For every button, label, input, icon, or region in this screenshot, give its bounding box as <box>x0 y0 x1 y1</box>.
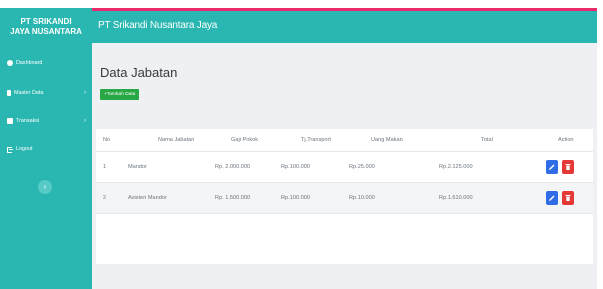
table-row: 1 Mandor Rp. 2.000.000 Rp.100.000 Rp.25.… <box>96 151 593 183</box>
cell-uang-makan: Rp.25.000 <box>339 151 429 183</box>
cell-nama-jabatan: Asisten Mandor <box>118 182 203 214</box>
delete-button[interactable] <box>561 159 574 174</box>
logout-icon <box>7 146 13 153</box>
chevron-right-icon: › <box>84 118 86 124</box>
database-icon <box>7 90 11 96</box>
table-row: 2 Asisten Mandor Rp. 1.500.000 Rp.100.00… <box>96 182 593 214</box>
sidebar-item-label: Logout <box>16 146 33 152</box>
add-data-button[interactable]: +Tambah Data <box>100 89 140 100</box>
cell-gaji-pokok: Rp. 1.500.000 <box>203 182 271 214</box>
sidebar-item-label: Transaksi <box>16 118 40 124</box>
header-total: Total <box>429 129 534 152</box>
sidebar-item-transaksi[interactable]: Transaksi › <box>0 113 92 129</box>
delete-button[interactable] <box>561 190 574 205</box>
sidebar-menu: Dashboard Master Data › Transaksi › Logo… <box>0 55 92 157</box>
table-header-row: No Nama Jabatan Gaji Pokok Tj.Transport … <box>96 129 593 152</box>
cell-tj-transport: Rp.100.000 <box>271 182 339 214</box>
edit-button[interactable] <box>546 159 558 174</box>
transaction-icon <box>7 118 13 124</box>
header-gaji-pokok: Gaji Pokok <box>203 129 271 152</box>
header-title: PT Srikandi Nusantara Jaya <box>98 20 218 31</box>
cell-tj-transport: Rp.100.000 <box>271 151 339 183</box>
sidebar-item-dashboard[interactable]: Dashboard <box>0 55 92 71</box>
table-card: No Nama Jabatan Gaji Pokok Tj.Transport … <box>96 129 593 264</box>
pencil-icon <box>549 164 555 170</box>
header-tj-transport: Tj.Transport <box>271 129 339 152</box>
cell-gaji-pokok: Rp. 2.000.000 <box>203 151 271 183</box>
cell-total: Rp.2.125.000 <box>429 151 534 183</box>
top-header: PT Srikandi Nusantara Jaya <box>92 11 597 43</box>
trash-icon <box>565 163 571 170</box>
header-action: Action <box>534 129 593 152</box>
dashboard-icon <box>7 60 13 66</box>
sidebar-item-logout[interactable]: Logout <box>0 141 92 157</box>
edit-button[interactable] <box>546 190 558 205</box>
page-title: Data Jabatan <box>100 65 178 80</box>
brand-logo[interactable]: PT SRIKANDI JAYA NUSANTARA <box>0 8 92 48</box>
sidebar: PT SRIKANDI JAYA NUSANTARA Dashboard Mas… <box>0 8 92 289</box>
sidebar-toggle-button[interactable]: ‹ <box>38 180 52 194</box>
cell-uang-makan: Rp.10.000 <box>339 182 429 214</box>
sidebar-item-label: Dashboard <box>16 60 43 66</box>
sidebar-item-master-data[interactable]: Master Data › <box>0 85 92 101</box>
header-no: No <box>96 129 118 152</box>
cell-no: 1 <box>96 151 118 183</box>
pencil-icon <box>549 195 555 201</box>
brand-line-1: PT SRIKANDI <box>20 17 72 26</box>
jabatan-table: No Nama Jabatan Gaji Pokok Tj.Transport … <box>96 129 593 214</box>
cell-action <box>534 151 593 183</box>
brand-line-2: JAYA NUSANTARA <box>10 27 82 36</box>
main-content: Data Jabatan +Tambah Data No Nama Jabata… <box>92 43 597 289</box>
header-uang-makan: Uang Makan <box>339 129 429 152</box>
cell-no: 2 <box>96 182 118 214</box>
header-nama-jabatan: Nama Jabatan <box>118 129 203 152</box>
cell-total: Rp.1.610.000 <box>429 182 534 214</box>
chevron-right-icon: › <box>84 90 86 96</box>
cell-action <box>534 182 593 214</box>
sidebar-item-label: Master Data <box>14 90 44 96</box>
trash-icon <box>565 194 571 201</box>
cell-nama-jabatan: Mandor <box>118 151 203 183</box>
